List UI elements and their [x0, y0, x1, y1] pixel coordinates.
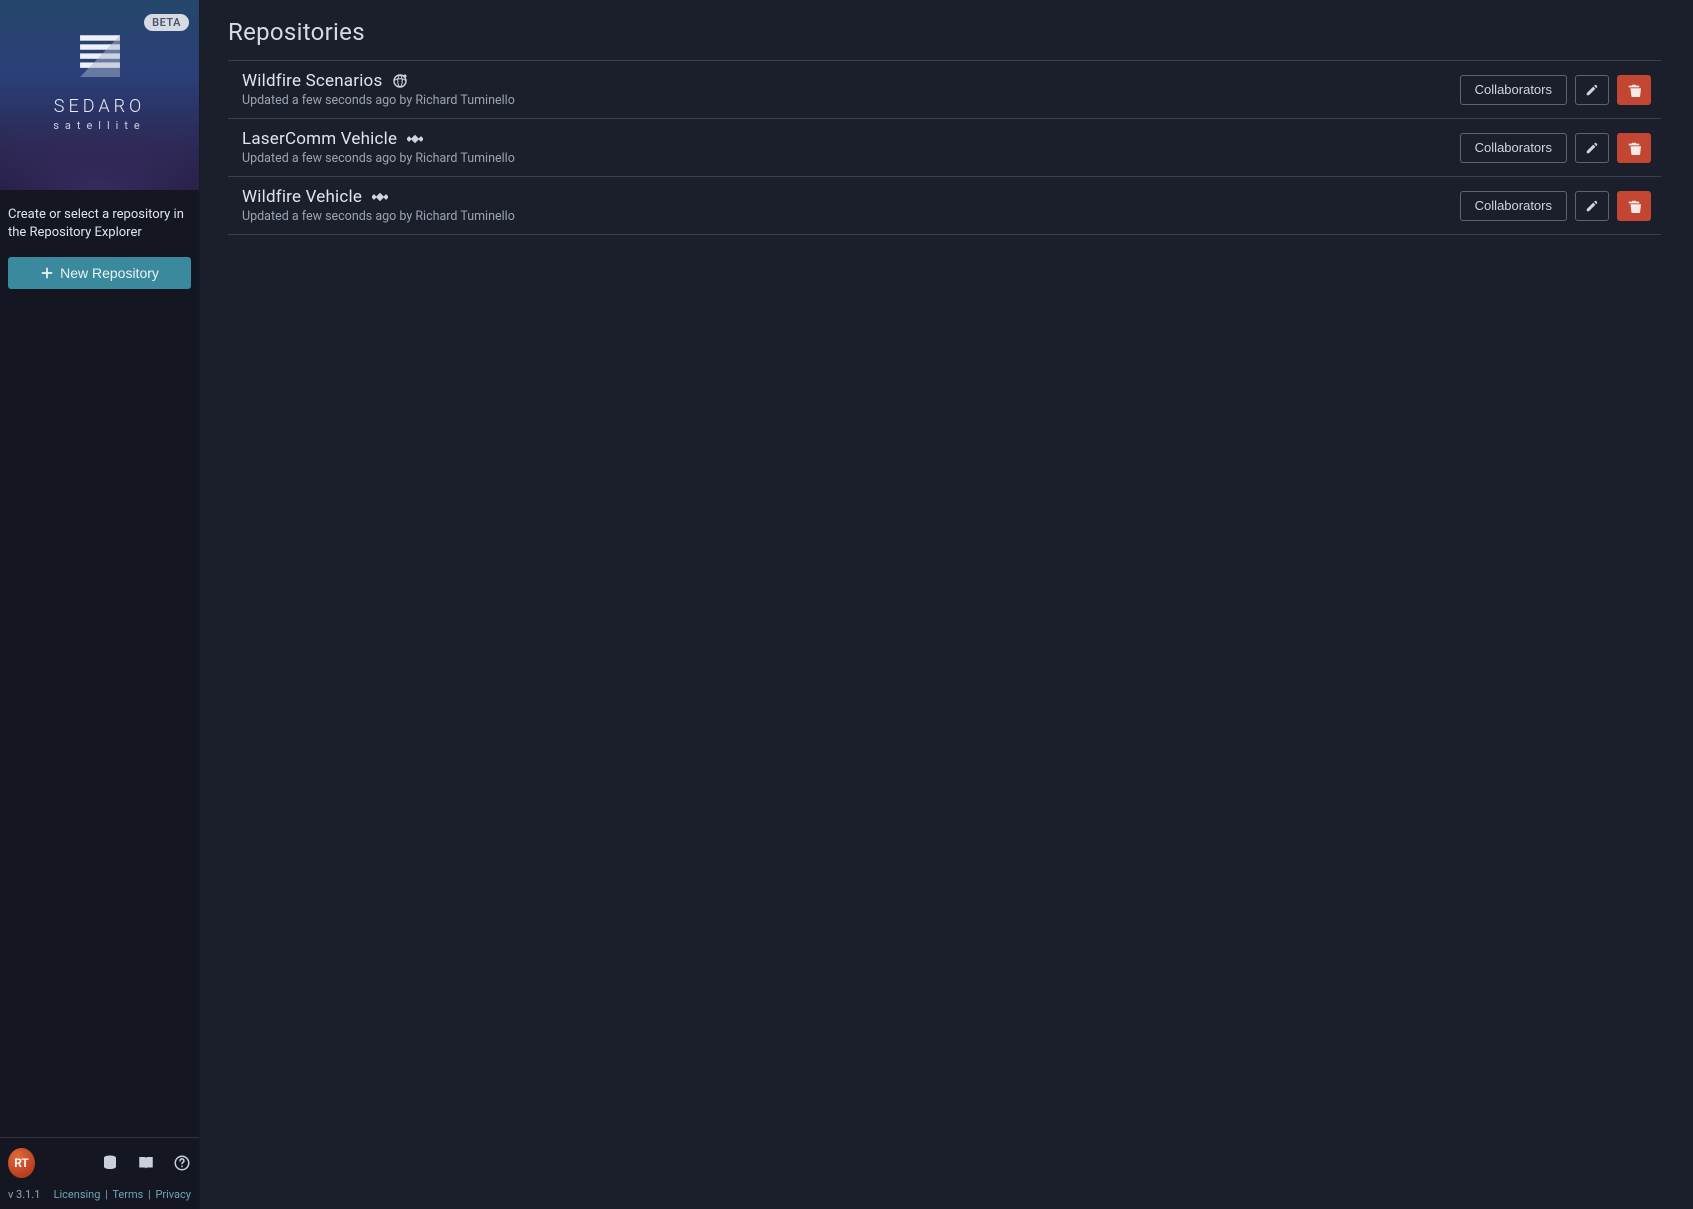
delete-button[interactable] [1617, 133, 1651, 163]
collaborators-button[interactable]: Collaborators [1460, 133, 1567, 163]
repository-name: LaserComm Vehicle [242, 129, 397, 149]
version-label: v 3.1.1 [8, 1188, 40, 1201]
sidebar-body: Create or select a repository in the Rep… [0, 190, 199, 299]
pencil-icon [1585, 83, 1599, 97]
pipe: | [146, 1188, 153, 1201]
edit-button[interactable] [1575, 191, 1609, 221]
repository-meta: Updated a few seconds ago by Richard Tum… [242, 151, 515, 166]
plus-icon [40, 266, 54, 280]
repository-actions: Collaborators [1460, 133, 1651, 163]
sidebar-spacer [0, 299, 199, 1137]
sidebar-header: BETA SEDARO satellite [0, 0, 199, 190]
beta-badge: BETA [144, 14, 189, 31]
pipe: | [103, 1188, 110, 1201]
pencil-icon [1585, 199, 1599, 213]
user-avatar[interactable]: RT [8, 1148, 35, 1178]
repository-row[interactable]: Wildfire Scenarios Updated a few seconds … [228, 61, 1661, 119]
sidebar-hint: Create or select a repository in the Rep… [6, 206, 193, 257]
repository-info: LaserComm Vehicle Updated a few seconds a… [242, 129, 515, 166]
page-title: Repositories [228, 18, 1661, 46]
sidebar-footer: RT v 3.1.1 Licensing | Terms | P [0, 1137, 199, 1209]
privacy-link[interactable]: Privacy [155, 1188, 191, 1201]
trash-icon [1627, 141, 1641, 155]
satellite-icon [372, 189, 388, 205]
globe-orbit-icon [392, 73, 408, 89]
repository-info: Wildfire Vehicle Updated a few seconds ag… [242, 187, 515, 224]
terms-link[interactable]: Terms [112, 1188, 143, 1201]
trash-icon [1627, 199, 1641, 213]
delete-button[interactable] [1617, 75, 1651, 105]
footer-links: v 3.1.1 Licensing | Terms | Privacy [8, 1186, 191, 1205]
edit-button[interactable] [1575, 133, 1609, 163]
sidebar: BETA SEDARO satellite Create or select a… [0, 0, 200, 1209]
edit-button[interactable] [1575, 75, 1609, 105]
app-name: SEDARO [54, 96, 145, 117]
repository-actions: Collaborators [1460, 191, 1651, 221]
database-icon[interactable] [101, 1153, 119, 1173]
main-content: Repositories Wildfire Scenarios Updated a… [200, 0, 1693, 1209]
pencil-icon [1585, 141, 1599, 155]
new-repository-button[interactable]: New Repository [8, 257, 191, 289]
repository-name: Wildfire Scenarios [242, 71, 382, 91]
repository-meta: Updated a few seconds ago by Richard Tum… [242, 93, 515, 108]
collaborators-button[interactable]: Collaborators [1460, 75, 1567, 105]
new-repository-label: New Repository [60, 265, 159, 281]
book-icon[interactable] [137, 1153, 155, 1173]
repository-name: Wildfire Vehicle [242, 187, 362, 207]
repository-row[interactable]: Wildfire Vehicle Updated a few seconds ag… [228, 177, 1661, 235]
licensing-link[interactable]: Licensing [54, 1188, 101, 1201]
repository-meta: Updated a few seconds ago by Richard Tum… [242, 209, 515, 224]
satellite-icon [407, 131, 423, 147]
app-subtitle: satellite [53, 119, 146, 132]
repository-row[interactable]: LaserComm Vehicle Updated a few seconds a… [228, 119, 1661, 177]
delete-button[interactable] [1617, 191, 1651, 221]
repository-list: Wildfire Scenarios Updated a few seconds … [228, 60, 1661, 235]
collaborators-button[interactable]: Collaborators [1460, 191, 1567, 221]
footer-toolbar: RT [8, 1148, 191, 1186]
app-logo-icon [71, 28, 129, 86]
help-icon[interactable] [173, 1153, 191, 1173]
trash-icon [1627, 83, 1641, 97]
repository-actions: Collaborators [1460, 75, 1651, 105]
repository-info: Wildfire Scenarios Updated a few seconds … [242, 71, 515, 108]
